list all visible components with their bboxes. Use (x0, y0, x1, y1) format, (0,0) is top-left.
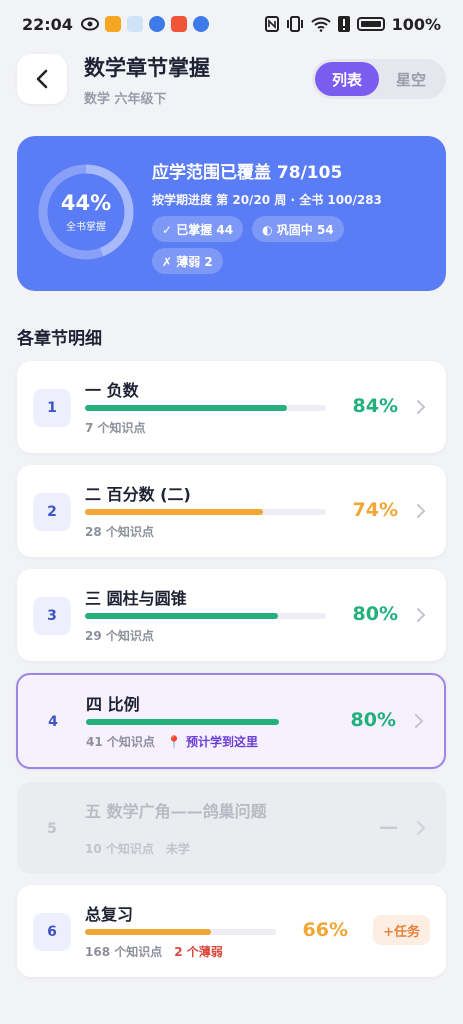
chapter-percent: 84% (352, 395, 398, 417)
progress-fill (86, 719, 279, 725)
eye-icon (80, 17, 99, 31)
chevron-right-icon (417, 821, 426, 835)
mastery-label: 全书掌握 (66, 222, 106, 233)
chevron-right-icon (417, 504, 426, 518)
chapter-card-3[interactable]: 3 三 圆柱与圆锥 29 个知识点 80% (17, 569, 446, 661)
title-block: 数学章节掌握 数学 六年级下 (84, 52, 210, 107)
chapter-percent: 80% (350, 709, 396, 731)
chevron-left-icon (36, 69, 48, 89)
knowledge-points: 7 个知识点 (85, 421, 146, 435)
chapter-percent: — (379, 816, 398, 838)
view-toggle: 列表 星空 (311, 59, 446, 99)
wifi-icon (310, 17, 331, 32)
chapter-number: 6 (33, 913, 71, 951)
chapter-name: 四 比例 (86, 695, 140, 714)
alert-icon (337, 16, 350, 32)
progress-track (85, 929, 276, 935)
progress-track (86, 719, 327, 725)
chapter-name: 一 负数 (85, 381, 139, 400)
system-status: 100% (264, 14, 441, 34)
chapter-name: 五 数学广角——鸽巢问题 (85, 802, 267, 821)
page-title: 数学章节掌握 (84, 55, 210, 80)
battery-level: 100% (391, 14, 441, 34)
chapter-name: 二 百分数 (二) (85, 485, 191, 504)
chevron-right-icon (415, 714, 424, 728)
chapter-card-1[interactable]: 1 一 负数 7 个知识点 84% (17, 361, 446, 453)
chevron-right-icon (417, 400, 426, 414)
status-bar: 22:04 100% (0, 0, 463, 48)
chapter-number: 2 (33, 493, 71, 531)
chapter-card-2[interactable]: 2 二 百分数 (二) 28 个知识点 74% (17, 465, 446, 557)
browser2-notification-icon (192, 16, 209, 32)
chapter-percent: 74% (352, 499, 398, 521)
knowledge-points: 168 个知识点 (85, 945, 163, 959)
chapter-percent: 66% (302, 919, 348, 941)
back-button[interactable] (17, 54, 67, 104)
knowledge-points: 29 个知识点 (85, 629, 154, 643)
chapter-meta: 168 个知识点 2 个薄弱 (85, 943, 223, 960)
status-time: 22:04 (22, 14, 73, 34)
summary-card: 44% 全书掌握 应学范围已覆盖 78/105 按学期进度 第 20/20 周 … (17, 136, 446, 291)
weak-count: 2 个薄弱 (174, 945, 223, 959)
tab-list[interactable]: 列表 (314, 62, 379, 96)
browser-notification-icon (148, 16, 165, 32)
progress-track (85, 509, 326, 515)
chapter-meta: 28 个知识点 (85, 523, 154, 540)
chapter-card-4[interactable]: 4 四 比例 41 个知识点 📍 预计学到这里 80% (16, 673, 446, 769)
knowledge-points: 41 个知识点 (86, 735, 155, 749)
section-title: 各章节明细 (17, 329, 102, 349)
add-task-button[interactable]: +任务 (373, 915, 430, 945)
chapter-number: 4 (48, 714, 58, 730)
chapter-number: 5 (47, 821, 57, 837)
chapter-name: 三 圆柱与圆锥 (85, 589, 187, 608)
chapter-meta: 29 个知识点 (85, 627, 154, 644)
status-chips: ✓ 已掌握 44 ◐ 巩固中 54 ✗ 薄弱 2 (152, 216, 392, 274)
progress-track (85, 613, 326, 619)
progress-text: 按学期进度 第 20/20 周 · 全书 100/283 (152, 193, 382, 207)
notification-icons (80, 16, 209, 32)
summary-info: 应学范围已覆盖 78/105 按学期进度 第 20/20 周 · 全书 100/… (152, 158, 436, 274)
chapter-card-5[interactable]: 5 五 数学广角——鸽巢问题 10 个知识点 未学 — (17, 782, 446, 874)
progress-track (85, 405, 326, 411)
battery-icon (356, 17, 385, 31)
app2-notification-icon (170, 16, 187, 32)
vibrate-icon (286, 16, 303, 32)
app-notification-icon (104, 16, 121, 32)
chapter-number: 3 (33, 597, 71, 635)
mastery-ring-text: 44% 全书掌握 (35, 161, 137, 263)
chapter-card-6[interactable]: 6 总复习 168 个知识点 2 个薄弱 66% +任务 (17, 885, 446, 977)
page-subtitle: 数学 六年级下 (84, 91, 167, 107)
chevron-right-icon (417, 608, 426, 622)
chapter-name: 总复习 (85, 905, 134, 924)
learning-status: 未学 (165, 842, 190, 856)
knowledge-points: 10 个知识点 (85, 842, 154, 856)
progress-fill (85, 929, 212, 935)
nfc-icon (264, 16, 279, 32)
tab-starry[interactable]: 星空 (379, 62, 443, 96)
chapter-meta: 41 个知识点 📍 预计学到这里 (86, 733, 258, 750)
mastery-percent: 44% (60, 191, 112, 215)
header: 数学章节掌握 数学 六年级下 列表 星空 (17, 52, 446, 107)
coverage-title: 应学范围已覆盖 78/105 (152, 163, 343, 183)
chip-weak: ✗ 薄弱 2 (152, 248, 223, 274)
plan-marker: 📍 预计学到这里 (166, 735, 259, 749)
bot-notification-icon (126, 16, 143, 32)
chapter-percent: 80% (352, 603, 398, 625)
chapter-meta: 7 个知识点 (85, 419, 146, 436)
chip-mastered: ✓ 已掌握 44 (152, 216, 244, 242)
knowledge-points: 28 个知识点 (85, 525, 154, 539)
chapter-number: 1 (33, 389, 71, 427)
chapter-meta: 10 个知识点 未学 (85, 840, 190, 857)
progress-fill (85, 613, 278, 619)
progress-fill (85, 509, 264, 515)
progress-fill (85, 405, 288, 411)
chip-consolidating: ◐ 巩固中 54 (252, 216, 344, 242)
